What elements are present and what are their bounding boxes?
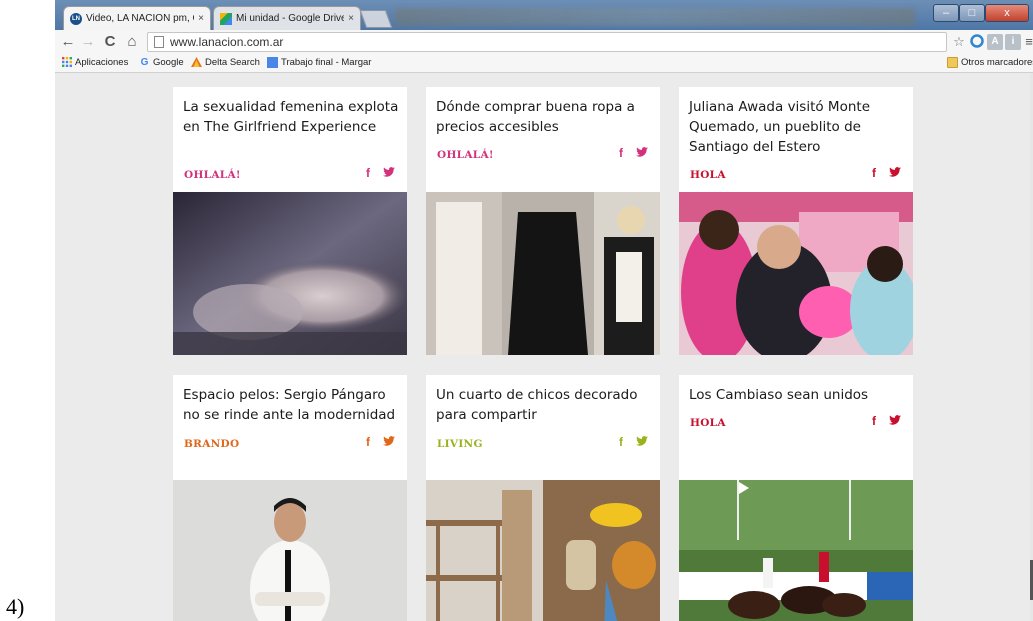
google-docs-icon [267,57,278,68]
article-image[interactable] [173,192,407,355]
browser-toolbar: ← → C ⌂ www.lanacion.com.ar ☆ A i ≡ [55,30,1033,54]
tab-title: Video, LA NACION pm, C [86,13,195,24]
bookmark-delta-search[interactable]: Delta Search [191,57,260,68]
back-button[interactable]: ← [59,33,77,51]
article-card[interactable]: Un cuarto de chicos decorado para compar… [426,375,660,621]
bookmark-other-folder[interactable]: Otros marcadores [947,57,1033,68]
folder-icon [947,57,958,68]
bookmark-apps[interactable]: Aplicaciones [61,57,128,68]
article-title[interactable]: Juliana Awada visitó Monte Quemado, un p… [689,97,905,157]
social-share: f [366,435,395,449]
article-title[interactable]: La sexualidad femenina explota en The Gi… [183,97,399,137]
article-card[interactable]: Espacio pelos: Sergio Pángaro no se rind… [173,375,407,621]
article-title[interactable]: Dónde comprar buena ropa a precios acces… [436,97,652,137]
social-share: f [619,146,648,160]
page-content: La sexualidad femenina explota en The Gi… [55,73,1033,621]
facebook-icon[interactable]: f [619,146,623,160]
twitter-icon[interactable] [380,436,395,449]
bookmark-trabajo-final[interactable]: Trabajo final - Margar [267,57,371,68]
social-share: f [619,435,648,449]
article-card[interactable]: Los Cambiaso sean unidos HOLA f [679,375,913,621]
facebook-icon[interactable]: f [872,414,876,428]
extension-a-icon[interactable]: A [987,34,1003,50]
section-label[interactable]: OHLALÁ! [437,149,494,161]
reload-button[interactable]: C [101,33,119,51]
bookmark-label: Delta Search [205,57,260,68]
bookmark-label: Otros marcadores [961,57,1033,68]
tab-google-drive[interactable]: Mi unidad - Google Drive × [213,6,361,30]
facebook-icon[interactable]: f [366,435,370,449]
extension-circle-icon[interactable] [969,34,985,50]
article-title[interactable]: Los Cambiaso sean unidos [689,385,905,405]
maximize-button[interactable]: □ [959,4,985,22]
twitter-icon[interactable] [886,415,901,428]
social-share: f [366,166,395,180]
facebook-icon[interactable]: f [872,166,876,180]
article-title[interactable]: Un cuarto de chicos decorado para compar… [436,385,652,425]
extension-i-icon[interactable]: i [1005,34,1021,50]
redacted-tabs-area [395,8,915,26]
title-bar: LN Video, LA NACION pm, C × Mi unidad - … [55,0,1033,30]
twitter-icon[interactable] [886,167,901,180]
section-label[interactable]: BRANDO [184,438,239,450]
social-share: f [872,414,901,428]
bookmark-star-icon[interactable]: ☆ [951,34,967,50]
twitter-icon[interactable] [380,167,395,180]
la-nacion-favicon-icon: LN [70,12,82,25]
article-card[interactable]: La sexualidad femenina explota en The Gi… [173,87,407,355]
article-image[interactable] [426,480,660,621]
url-text: www.lanacion.com.ar [170,35,284,49]
google-drive-favicon-icon [220,12,232,25]
article-image[interactable] [679,480,913,621]
article-card[interactable]: Juliana Awada visitó Monte Quemado, un p… [679,87,913,355]
bookmark-google[interactable]: G Google [139,57,184,68]
bookmarks-bar: Aplicaciones G Google Delta Search Traba… [55,54,1033,73]
bookmark-label: Aplicaciones [75,57,129,68]
section-label[interactable]: LIVING [437,438,483,450]
facebook-icon[interactable]: f [366,166,370,180]
browser-window: LN Video, LA NACION pm, C × Mi unidad - … [55,0,1033,621]
home-button[interactable]: ⌂ [123,33,141,51]
minimize-button[interactable]: – [933,4,959,22]
menu-icon[interactable]: ≡ [1021,34,1033,50]
article-title[interactable]: Espacio pelos: Sergio Pángaro no se rind… [183,385,399,425]
twitter-icon[interactable] [633,147,648,160]
section-label[interactable]: HOLA [690,417,726,429]
tab-la-nacion[interactable]: LN Video, LA NACION pm, C × [63,6,211,30]
tab-close-icon[interactable]: × [348,13,354,24]
screenshot-stage: 4) LN Video, LA NACION pm, C × Mi unidad… [0,0,1033,621]
tab-close-icon[interactable]: × [198,13,204,24]
article-card[interactable]: Dónde comprar buena ropa a precios acces… [426,87,660,355]
close-window-button[interactable]: x [985,4,1029,22]
page-icon [154,36,164,48]
section-label[interactable]: OHLALÁ! [184,169,241,181]
twitter-icon[interactable] [633,436,648,449]
social-share: f [872,166,901,180]
article-image[interactable] [426,192,660,355]
article-image[interactable] [679,192,913,355]
address-bar[interactable]: www.lanacion.com.ar [147,32,947,52]
forward-button[interactable]: → [79,33,97,51]
apps-grid-icon [61,57,72,68]
bookmark-label: Google [153,57,184,68]
article-image[interactable] [173,480,407,621]
delta-search-icon [191,57,202,68]
new-tab-button[interactable] [359,10,393,28]
facebook-icon[interactable]: f [619,435,623,449]
tab-title: Mi unidad - Google Drive [236,13,345,24]
section-label[interactable]: HOLA [690,169,726,181]
figure-label: 4) [6,594,25,619]
bookmark-label: Trabajo final - Margar [281,57,372,68]
google-icon: G [140,57,149,68]
